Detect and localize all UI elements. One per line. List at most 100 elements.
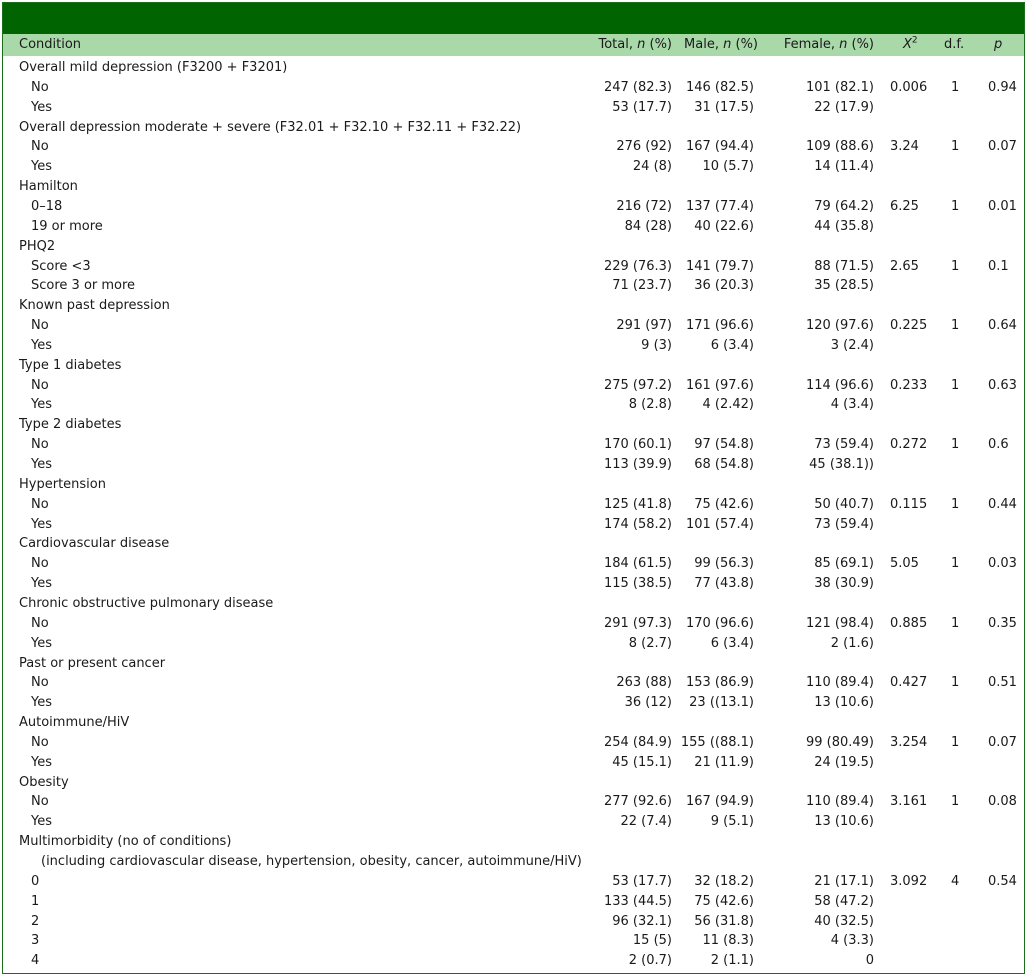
row-label: Multimorbidity (no of conditions): [19, 834, 232, 850]
cell-chi-square: 3.254: [890, 734, 928, 750]
cell-p: 0.03: [988, 556, 1017, 572]
row-label: 2: [31, 913, 40, 929]
table-row: Overall mild depression (F3200 + F3201): [3, 58, 1024, 78]
cell-male: 2 (1.1): [710, 953, 754, 969]
cell-chi-square: 0.006: [890, 79, 928, 95]
cell-male: 36 (20.3): [694, 278, 754, 294]
header-female: Female, n (%): [784, 34, 874, 56]
cell-chi-square: 0.885: [890, 615, 928, 631]
header-female-pct: (%): [847, 37, 874, 52]
row-label: 4: [31, 953, 40, 969]
cell-total: 184 (61.5): [603, 556, 672, 572]
cell-female: 24 (19.5): [814, 754, 874, 770]
header-df: d.f.: [944, 37, 965, 52]
header-condition: Condition: [19, 37, 82, 52]
cell-total: 125 (41.8): [603, 496, 672, 512]
cell-p: 0.08: [988, 794, 1017, 810]
cell-total: 229 (76.3): [603, 258, 672, 274]
cell-male: 167 (94.9): [685, 794, 754, 810]
cell-female: 79 (64.2): [814, 198, 874, 214]
row-label: 1: [31, 893, 40, 909]
cell-male: 4 (2.42): [702, 397, 755, 413]
cell-total: 133 (44.5): [603, 893, 672, 909]
cell-total: 275 (97.2): [603, 377, 672, 393]
table-row: No 277 (92.6) 167 (94.9) 110 (89.4) 3.161 1 0.…: [3, 792, 1024, 812]
row-label: Hamilton: [19, 179, 78, 195]
header-female-text: Female,: [783, 37, 840, 52]
cell-female: 3 (2.4): [830, 337, 874, 353]
cell-total: 263 (88): [616, 675, 672, 691]
row-label: Known past depression: [19, 298, 170, 314]
cell-male: 31 (17.5): [694, 99, 754, 115]
cell-chi-square: 0.272: [890, 437, 928, 453]
cell-male: 167 (94.4): [685, 139, 754, 155]
cell-p: 0.07: [988, 139, 1017, 155]
table-row: No 275 (97.2) 161 (97.6) 114 (96.6) 0.233 1 0.…: [3, 376, 1024, 396]
table-row: Overall depression moderate + severe (F3…: [3, 118, 1024, 138]
cell-df: 1: [951, 556, 960, 572]
row-label: Overall depression moderate + severe (F3…: [19, 119, 522, 135]
row-label: No: [31, 79, 49, 95]
cell-female: 73 (59.4): [814, 516, 874, 532]
cell-female: 121 (98.4): [805, 615, 874, 631]
cell-p: 0.64: [988, 318, 1017, 334]
cell-female: 14 (11.4): [814, 159, 874, 175]
row-label: Cardiovascular disease: [19, 536, 170, 552]
cell-total: 15 (5): [632, 933, 672, 949]
table-row: Known past depression: [3, 296, 1024, 316]
table-row: 0–18 216 (72) 137 (77.4) 79 (64.2) 6.25 1 0.01: [3, 197, 1024, 217]
cell-female: 114 (96.6): [805, 377, 874, 393]
cell-total: 291 (97.3): [603, 615, 672, 631]
table-row: Yes 115 (38.5) 77 (43.8) 38 (30.9): [3, 574, 1024, 594]
cell-total: 9 (3): [641, 337, 672, 353]
row-label: 19 or more: [31, 218, 103, 234]
cell-female: 101 (82.1): [805, 79, 874, 95]
cell-df: 1: [951, 734, 960, 750]
table-row: Yes 24 (8) 10 (5.7) 14 (11.4): [3, 157, 1024, 177]
header-chi-square: X2: [903, 34, 918, 56]
cell-df: 4: [951, 873, 960, 889]
row-label: 0: [31, 873, 40, 889]
row-label: Obesity: [19, 774, 69, 790]
cell-p: 0.54: [988, 873, 1017, 889]
cell-total: 291 (97): [616, 318, 672, 334]
cell-chi-square: 0.233: [890, 377, 928, 393]
table-row: Chronic obstructive pulmonary disease: [3, 594, 1024, 614]
cell-chi-square: 2.65: [890, 258, 919, 274]
table-row: No 254 (84.9) 155 ((88.1) 99 (80.49) 3.254 1 0…: [3, 733, 1024, 753]
cell-chi-square: 3.092: [890, 873, 928, 889]
cell-male: 77 (43.8): [694, 576, 754, 592]
table-row: PHQ2: [3, 237, 1024, 257]
table-row: Hamilton: [3, 177, 1024, 197]
cell-female: 13 (10.6): [814, 814, 874, 830]
cell-p: 0.94: [988, 79, 1017, 95]
table-row: (including cardiovascular disease, hyper…: [3, 852, 1024, 872]
cell-female: 58 (47.2): [814, 893, 874, 909]
row-label: Chronic obstructive pulmonary disease: [19, 595, 274, 611]
row-label: Yes: [31, 159, 52, 175]
cell-total: 276 (92): [616, 139, 672, 155]
row-label: 0–18: [31, 198, 63, 214]
row-label: No: [31, 556, 49, 572]
cell-total: 170 (60.1): [603, 437, 672, 453]
row-label: Yes: [31, 397, 52, 413]
row-label: No: [31, 615, 49, 631]
cell-female: 40 (32.5): [814, 913, 874, 929]
cell-chi-square: 0.225: [890, 318, 928, 334]
row-label: Yes: [31, 754, 52, 770]
cell-male: 75 (42.6): [694, 893, 754, 909]
table-row: No 125 (41.8) 75 (42.6) 50 (40.7) 0.115 1 0.44: [3, 495, 1024, 515]
cell-chi-square: 0.115: [890, 496, 928, 512]
row-label: No: [31, 437, 49, 453]
cell-male: 10 (5.7): [702, 159, 755, 175]
table-row: Yes 8 (2.8) 4 (2.42) 4 (3.4): [3, 395, 1024, 415]
table-row: No 291 (97) 171 (96.6) 120 (97.6) 0.225 1 0.64: [3, 316, 1024, 336]
row-label: Yes: [31, 99, 52, 115]
cell-df: 1: [951, 496, 960, 512]
cell-female: 120 (97.6): [805, 318, 874, 334]
cell-male: 153 (86.9): [685, 675, 754, 691]
cell-total: 113 (39.9): [603, 457, 672, 472]
cell-male: 99 (56.3): [694, 556, 754, 572]
cell-male: 170 (96.6): [685, 615, 754, 631]
cell-female: 99 (80.49): [805, 734, 874, 750]
